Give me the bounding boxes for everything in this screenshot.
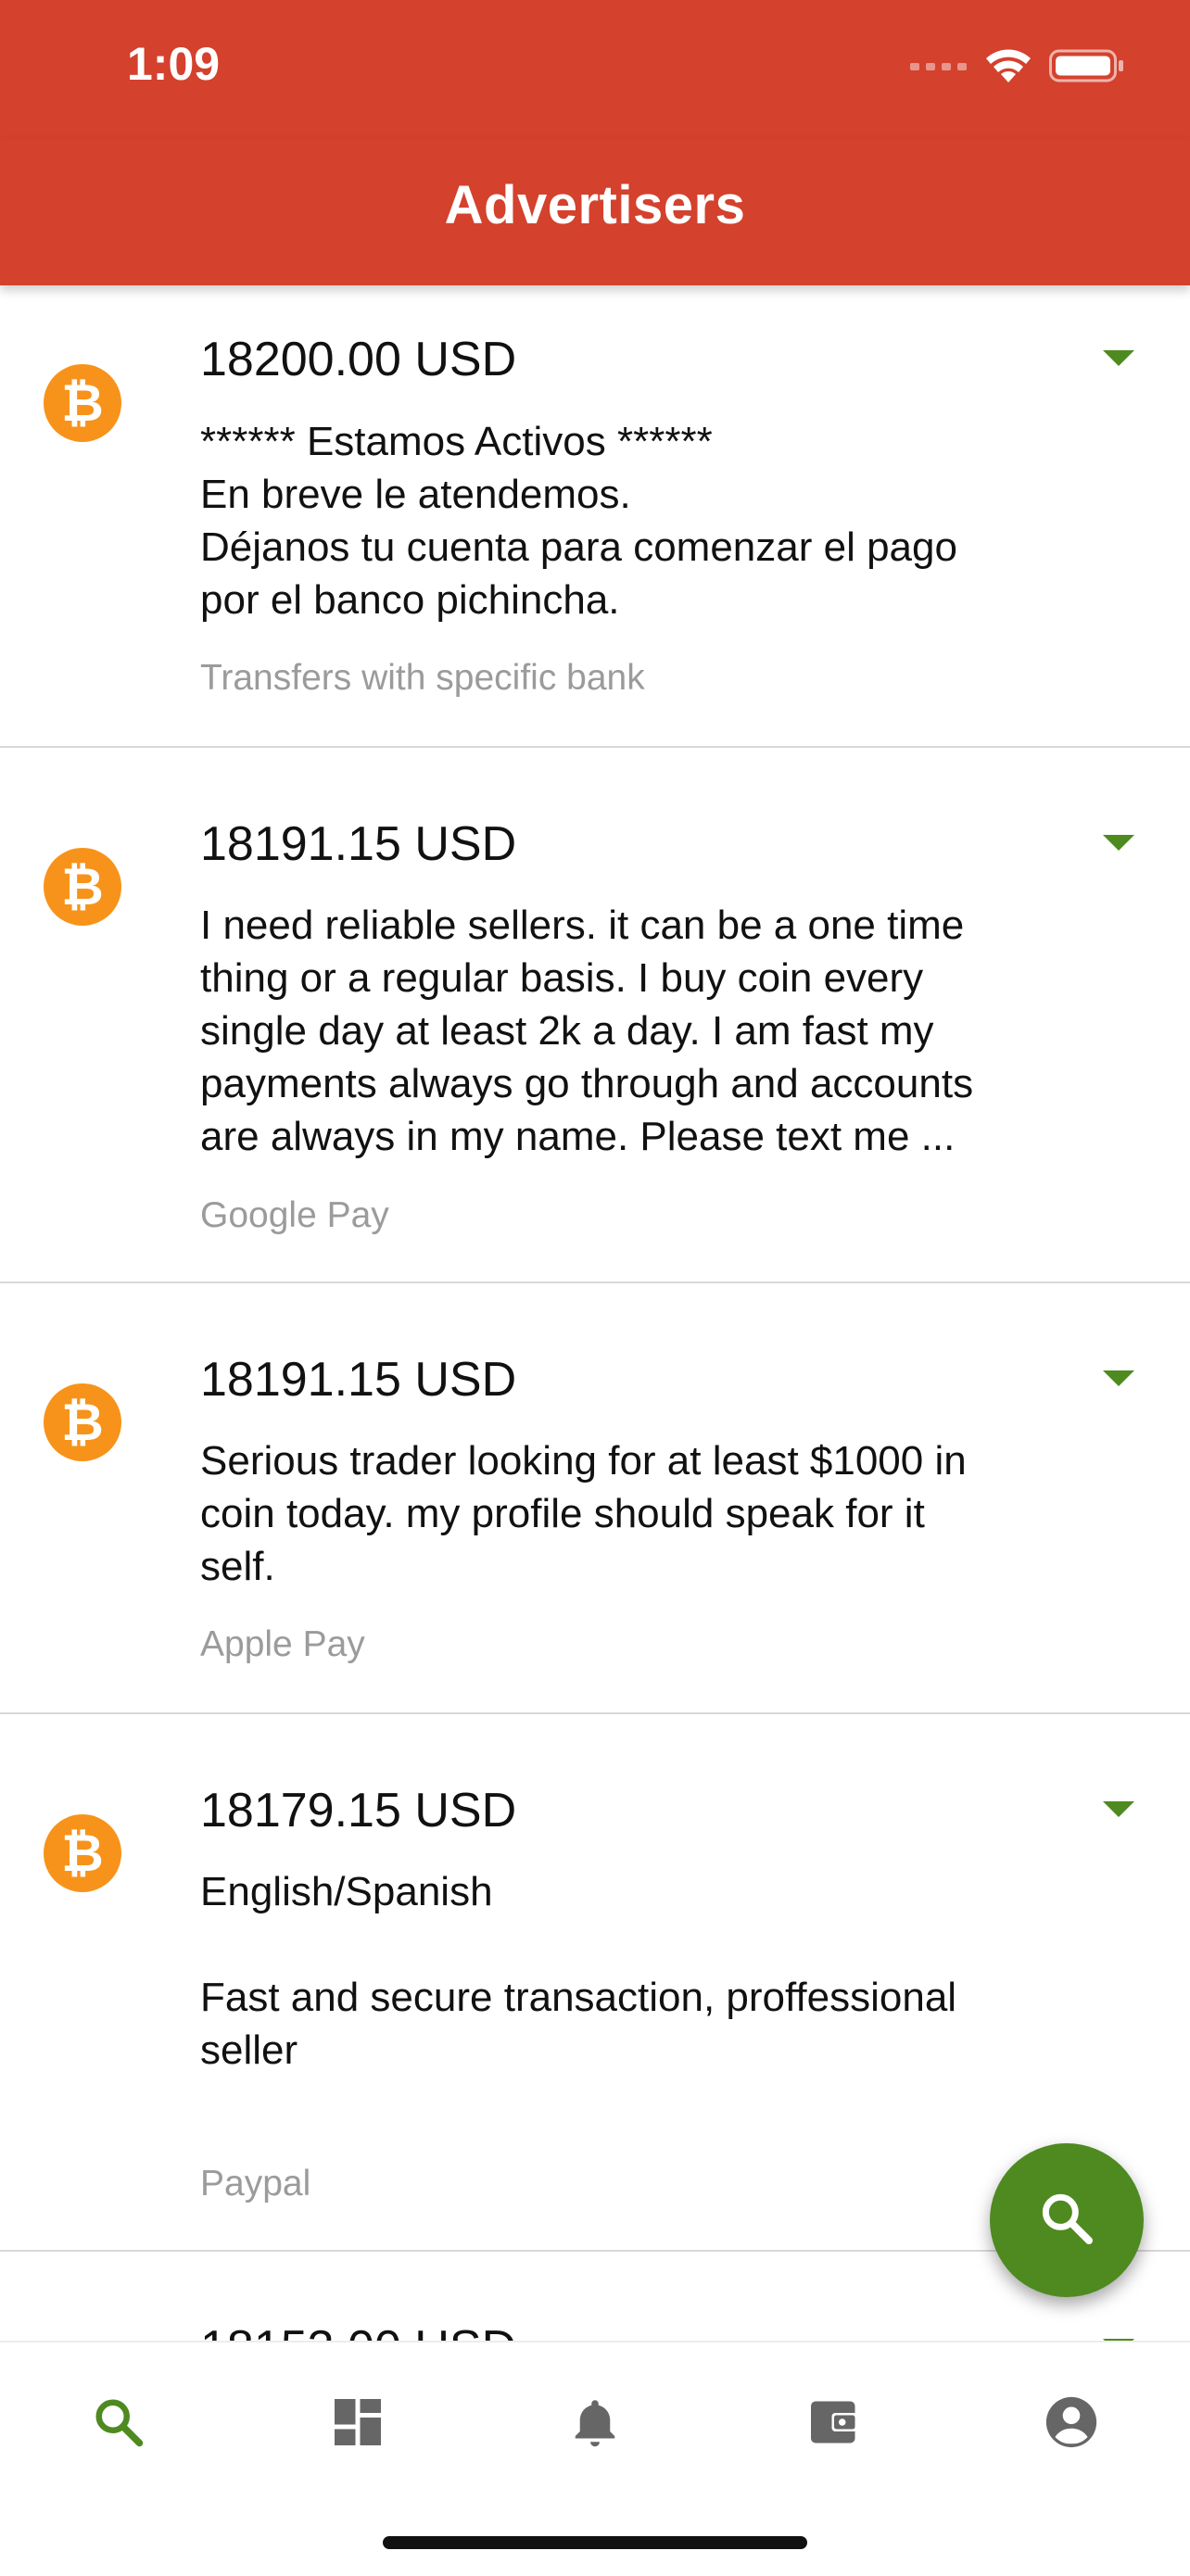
nav-item-wallet[interactable] — [797, 2387, 871, 2461]
nav-item-account[interactable] — [1034, 2387, 1108, 2461]
payment-method: Transfers with specific bank — [200, 658, 645, 698]
payment-method: Paypal — [200, 2164, 311, 2203]
ad-message: English/Spanish Fast and secure transact… — [200, 1869, 957, 2073]
ad-price: 18153.00 USD — [200, 2320, 516, 2341]
nav-item-search[interactable] — [82, 2387, 156, 2461]
advertisers-list[interactable]: ₿ 18200.00 USD ****** Estamos Activos **… — [0, 285, 1190, 2341]
status-bar: 1:09 — [0, 0, 1190, 139]
caret-down-icon[interactable] — [1103, 1370, 1134, 1386]
ad-message: ****** Estamos Activos ****** En breve l… — [200, 419, 957, 623]
status-time: 1:09 — [127, 38, 221, 90]
caret-down-icon[interactable] — [1103, 350, 1134, 366]
ad-price: 18191.15 USD — [200, 817, 517, 871]
bitcoin-icon: ₿ — [44, 364, 121, 442]
battery-icon — [1049, 47, 1125, 89]
wallet-icon — [806, 2394, 862, 2455]
ad-price: 18191.15 USD — [200, 1353, 517, 1407]
search-icon — [91, 2394, 146, 2455]
payment-method: Apple Pay — [200, 1624, 365, 1664]
nav-item-dashboard[interactable] — [321, 2387, 395, 2461]
dashboard-icon — [330, 2394, 386, 2455]
payment-method: Google Pay — [200, 1195, 389, 1235]
nav-item-notifications[interactable] — [558, 2387, 632, 2461]
list-item[interactable]: ₿ 18191.15 USD Serious trader looking fo… — [0, 1283, 1190, 1714]
bitcoin-icon: ₿ — [44, 848, 121, 926]
search-icon — [1037, 2189, 1096, 2253]
list-item[interactable]: ₿ 18191.15 USD I need reliable sellers. … — [0, 748, 1190, 1283]
bitcoin-icon: ₿ — [44, 1383, 121, 1461]
ad-message: Serious trader looking for at least $100… — [200, 1438, 967, 1589]
caret-down-icon[interactable] — [1103, 835, 1134, 851]
home-indicator — [383, 2536, 807, 2549]
list-item[interactable]: ₿ 18200.00 USD ****** Estamos Activos **… — [0, 285, 1190, 748]
ad-price: 18200.00 USD — [200, 333, 517, 386]
page-title: Advertisers — [444, 175, 746, 235]
wifi-icon — [984, 47, 1032, 89]
bitcoin-icon: ₿ — [44, 1814, 121, 1892]
ad-message: I need reliable sellers. it can be a one… — [200, 903, 974, 1159]
search-fab-button[interactable] — [990, 2143, 1144, 2297]
ad-price: 18179.15 USD — [200, 1784, 517, 1837]
signal-icon — [910, 59, 968, 77]
bell-icon — [567, 2394, 623, 2455]
account-icon — [1043, 2393, 1100, 2456]
status-icons — [910, 44, 1125, 91]
app-header: Advertisers — [0, 139, 1190, 285]
caret-down-icon[interactable] — [1103, 1801, 1134, 1817]
